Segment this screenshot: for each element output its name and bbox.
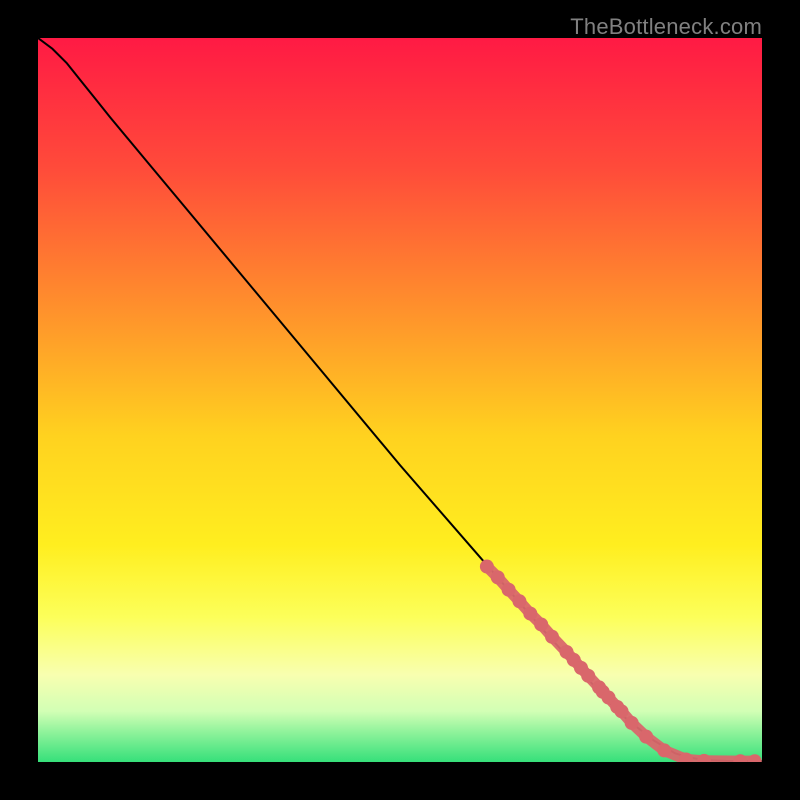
data-point: [639, 730, 653, 744]
data-point: [491, 570, 505, 584]
data-point: [581, 669, 595, 683]
data-point: [480, 560, 494, 574]
data-point: [545, 630, 559, 644]
gradient-background: [38, 38, 762, 762]
chart-frame: TheBottleneck.com: [0, 0, 800, 800]
data-point: [512, 594, 526, 608]
watermark-text: TheBottleneck.com: [570, 14, 762, 40]
data-point: [657, 743, 671, 757]
data-point: [615, 704, 629, 718]
plot-area: [38, 38, 762, 762]
data-point: [523, 607, 537, 621]
data-point: [502, 583, 516, 597]
chart-svg: [38, 38, 762, 762]
data-point: [625, 716, 639, 730]
data-point: [534, 617, 548, 631]
